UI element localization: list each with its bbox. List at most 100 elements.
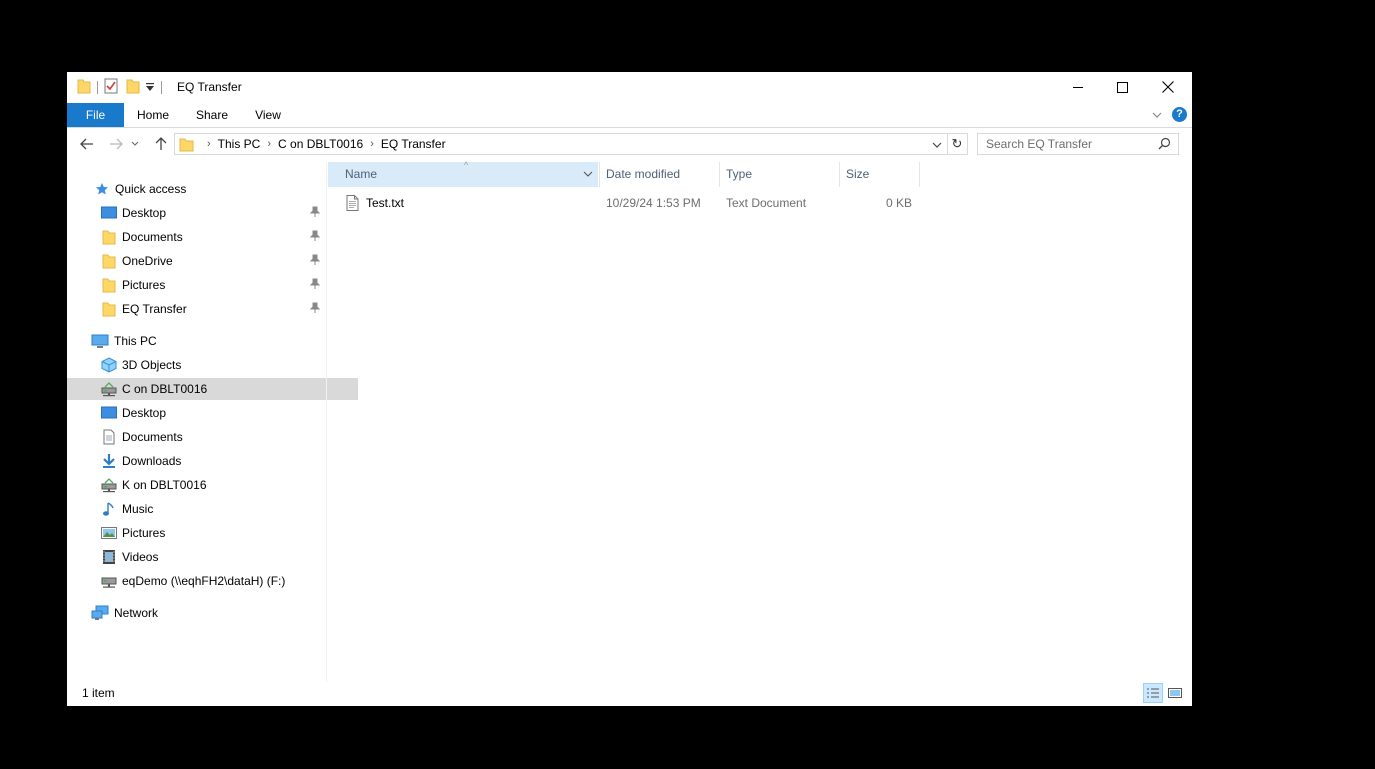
tab-home[interactable]: Home bbox=[129, 103, 177, 127]
nav-quick-documents[interactable]: Documents bbox=[67, 226, 358, 248]
nav-downloads[interactable]: Downloads bbox=[67, 450, 358, 472]
pane-divider[interactable] bbox=[326, 162, 327, 682]
back-icon[interactable] bbox=[76, 133, 98, 155]
breadcrumb-chevron-icon[interactable]: › bbox=[370, 138, 374, 150]
column-dropdown-icon[interactable] bbox=[583, 162, 593, 187]
nav-3d-objects[interactable]: 3D Objects bbox=[67, 354, 358, 376]
pictures-icon bbox=[101, 525, 117, 541]
nav-label: K on DBLT0016 bbox=[122, 478, 207, 492]
nav-label: Videos bbox=[122, 550, 159, 564]
breadcrumb-current-folder[interactable]: EQ Transfer bbox=[381, 137, 446, 151]
nav-videos[interactable]: Videos bbox=[67, 546, 358, 568]
folder-icon bbox=[101, 301, 117, 317]
large-icons-view-icon[interactable] bbox=[1165, 683, 1185, 703]
nav-quick-desktop[interactable]: Desktop bbox=[67, 202, 358, 224]
search-input[interactable] bbox=[986, 136, 1146, 151]
breadcrumb-chevron-icon[interactable]: › bbox=[207, 138, 211, 150]
minimize-button[interactable] bbox=[1055, 72, 1100, 102]
close-button[interactable] bbox=[1145, 72, 1190, 102]
nav-label: Documents bbox=[122, 230, 183, 244]
nav-desktop[interactable]: Desktop bbox=[67, 402, 358, 424]
view-switcher bbox=[1143, 683, 1187, 703]
column-header: Name ^ Date modified Type Size bbox=[328, 160, 1028, 187]
folder-icon bbox=[101, 277, 117, 293]
folder-icon bbox=[101, 229, 117, 245]
nav-label: Desktop bbox=[122, 206, 167, 220]
maximize-button[interactable] bbox=[1100, 72, 1145, 102]
tab-share[interactable]: Share bbox=[189, 103, 235, 127]
nav-documents[interactable]: Documents bbox=[67, 426, 358, 448]
address-dropdown-icon[interactable] bbox=[932, 138, 942, 152]
column-date-modified[interactable]: Date modified bbox=[599, 162, 719, 187]
network-drive-icon bbox=[101, 477, 117, 493]
pin-icon[interactable] bbox=[309, 206, 321, 221]
nav-label: OneDrive bbox=[122, 254, 173, 268]
breadcrumb-this-pc[interactable]: This PC bbox=[218, 137, 261, 151]
nav-music[interactable]: Music bbox=[67, 498, 358, 520]
status-item-count: 1 item bbox=[82, 686, 115, 700]
videos-icon bbox=[101, 549, 117, 565]
nav-quick-pictures[interactable]: Pictures bbox=[67, 274, 358, 296]
network-drive-icon bbox=[101, 573, 117, 589]
file-name: Test.txt bbox=[366, 196, 405, 210]
quick-access-toolbar bbox=[77, 78, 168, 97]
forward-icon[interactable] bbox=[105, 133, 127, 155]
documents-icon bbox=[101, 429, 117, 445]
nav-c-on-dblt0016[interactable]: C on DBLT0016 bbox=[67, 378, 358, 400]
desktop-icon bbox=[101, 205, 117, 221]
breadcrumb-c-drive[interactable]: C on DBLT0016 bbox=[278, 137, 363, 151]
nav-this-pc[interactable]: This PC bbox=[67, 330, 348, 352]
downloads-icon bbox=[101, 453, 117, 469]
nav-label: Network bbox=[114, 606, 159, 620]
pin-icon[interactable] bbox=[309, 254, 321, 269]
nav-network[interactable]: Network bbox=[67, 602, 348, 624]
nav-label: eqDemo (\\eqhFH2\dataH) (F:) bbox=[122, 574, 286, 588]
nav-quick-eq-transfer[interactable]: EQ Transfer bbox=[67, 298, 358, 320]
nav-eqdemo-drive[interactable]: eqDemo (\\eqhFH2\dataH) (F:) bbox=[67, 570, 358, 592]
details-view-icon[interactable] bbox=[1143, 683, 1163, 703]
explorer-window: EQ Transfer File Home Share View ? › Thi… bbox=[67, 72, 1192, 706]
nav-label: EQ Transfer bbox=[122, 302, 187, 316]
address-bar[interactable]: › This PC › C on DBLT0016 › EQ Transfer bbox=[174, 133, 948, 155]
music-icon bbox=[101, 501, 117, 517]
navigation-bar: › This PC › C on DBLT0016 › EQ Transfer … bbox=[67, 131, 1192, 157]
nav-label: Music bbox=[122, 502, 154, 516]
pin-icon[interactable] bbox=[309, 302, 321, 317]
up-icon[interactable] bbox=[150, 133, 172, 155]
file-row[interactable]: Test.txt 10/29/24 1:53 PM Text Document … bbox=[328, 192, 928, 214]
new-folder-icon[interactable] bbox=[126, 78, 140, 97]
3d-objects-icon bbox=[101, 357, 117, 373]
properties-icon[interactable] bbox=[104, 78, 118, 97]
file-date-modified: 10/29/24 1:53 PM bbox=[606, 196, 701, 210]
nav-quick-access[interactable]: Quick access bbox=[67, 178, 351, 200]
folder-icon bbox=[101, 253, 117, 269]
nav-pictures[interactable]: Pictures bbox=[67, 522, 358, 544]
search-box[interactable] bbox=[977, 133, 1179, 155]
customize-toolbar-icon[interactable] bbox=[145, 81, 155, 95]
help-icon[interactable]: ? bbox=[1172, 107, 1187, 122]
refresh-icon[interactable]: ↻ bbox=[947, 133, 968, 155]
network-icon bbox=[91, 605, 109, 621]
folder-icon bbox=[77, 78, 91, 97]
nav-label: Desktop bbox=[122, 406, 167, 420]
nav-k-on-dblt0016[interactable]: K on DBLT0016 bbox=[67, 474, 358, 496]
tab-file[interactable]: File bbox=[67, 103, 124, 127]
navigation-pane: Quick access Desktop Documents OneDrive … bbox=[67, 172, 358, 682]
nav-label: Pictures bbox=[122, 278, 166, 292]
column-size[interactable]: Size bbox=[839, 162, 919, 187]
star-icon bbox=[94, 181, 110, 197]
monitor-icon bbox=[91, 333, 109, 349]
breadcrumb-chevron-icon[interactable]: › bbox=[267, 138, 271, 150]
column-name[interactable]: Name ^ bbox=[328, 160, 598, 187]
pin-icon[interactable] bbox=[309, 230, 321, 245]
column-type[interactable]: Type bbox=[719, 162, 839, 187]
nav-quick-onedrive[interactable]: OneDrive bbox=[67, 250, 358, 272]
expand-ribbon-icon[interactable] bbox=[1151, 109, 1163, 121]
nav-label: This PC bbox=[114, 334, 157, 348]
pin-icon[interactable] bbox=[309, 278, 321, 293]
search-icon[interactable] bbox=[1158, 137, 1171, 153]
tab-view[interactable]: View bbox=[247, 103, 289, 127]
nav-label: Downloads bbox=[122, 454, 182, 468]
file-size: 0 KB bbox=[885, 196, 912, 210]
recent-locations-icon[interactable] bbox=[129, 133, 141, 155]
